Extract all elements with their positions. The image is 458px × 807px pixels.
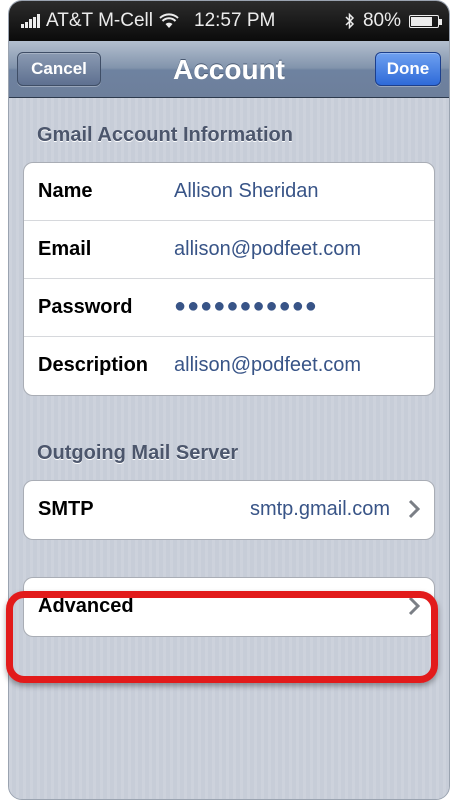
description-row[interactable]: Description allison@podfeet.com: [24, 337, 434, 395]
password-label: Password: [38, 296, 133, 318]
password-row[interactable]: Password ●●●●●●●●●●●: [24, 279, 434, 337]
done-button[interactable]: Done: [375, 52, 441, 86]
account-info-group: Name Allison Sheridan Email allison@podf…: [23, 162, 435, 396]
description-field[interactable]: allison@podfeet.com: [174, 354, 361, 377]
name-field[interactable]: Allison Sheridan: [174, 180, 319, 203]
name-row[interactable]: Name Allison Sheridan: [24, 163, 434, 221]
outgoing-server-group: SMTP smtp.gmail.com: [23, 480, 435, 540]
advanced-highlight-annotation: [6, 591, 438, 683]
chevron-right-icon: [408, 499, 420, 519]
smtp-label: SMTP: [38, 498, 94, 520]
smtp-value: smtp.gmail.com: [249, 498, 390, 520]
status-bar: AT&T M-Cell 12:57 PM 80%: [9, 1, 449, 41]
carrier-name: AT&T M-Cell: [46, 10, 153, 31]
status-time: 12:57 PM: [194, 10, 276, 31]
settings-content: Gmail Account Information Name Allison S…: [9, 98, 449, 799]
battery-indicator: 80%: [345, 10, 442, 32]
signal-icon: [21, 14, 40, 28]
email-field[interactable]: allison@podfeet.com: [174, 238, 361, 261]
battery-fill: [411, 16, 432, 26]
password-field[interactable]: ●●●●●●●●●●●: [174, 295, 318, 318]
email-label: Email: [38, 238, 92, 260]
bluetooth-icon: [345, 13, 355, 29]
smtp-row[interactable]: SMTP smtp.gmail.com: [24, 481, 434, 539]
battery-percent: 80%: [362, 10, 401, 31]
outgoing-section-header: Outgoing Mail Server: [37, 442, 239, 464]
email-row[interactable]: Email allison@podfeet.com: [24, 221, 434, 279]
carrier-indicator: AT&T M-Cell: [21, 10, 179, 32]
battery-icon: [409, 14, 442, 28]
account-section-header: Gmail Account Information: [37, 124, 293, 146]
navigation-bar: Cancel Account Done: [9, 41, 449, 98]
description-label: Description: [38, 354, 149, 376]
name-label: Name: [38, 180, 93, 202]
wifi-icon: [159, 13, 179, 28]
